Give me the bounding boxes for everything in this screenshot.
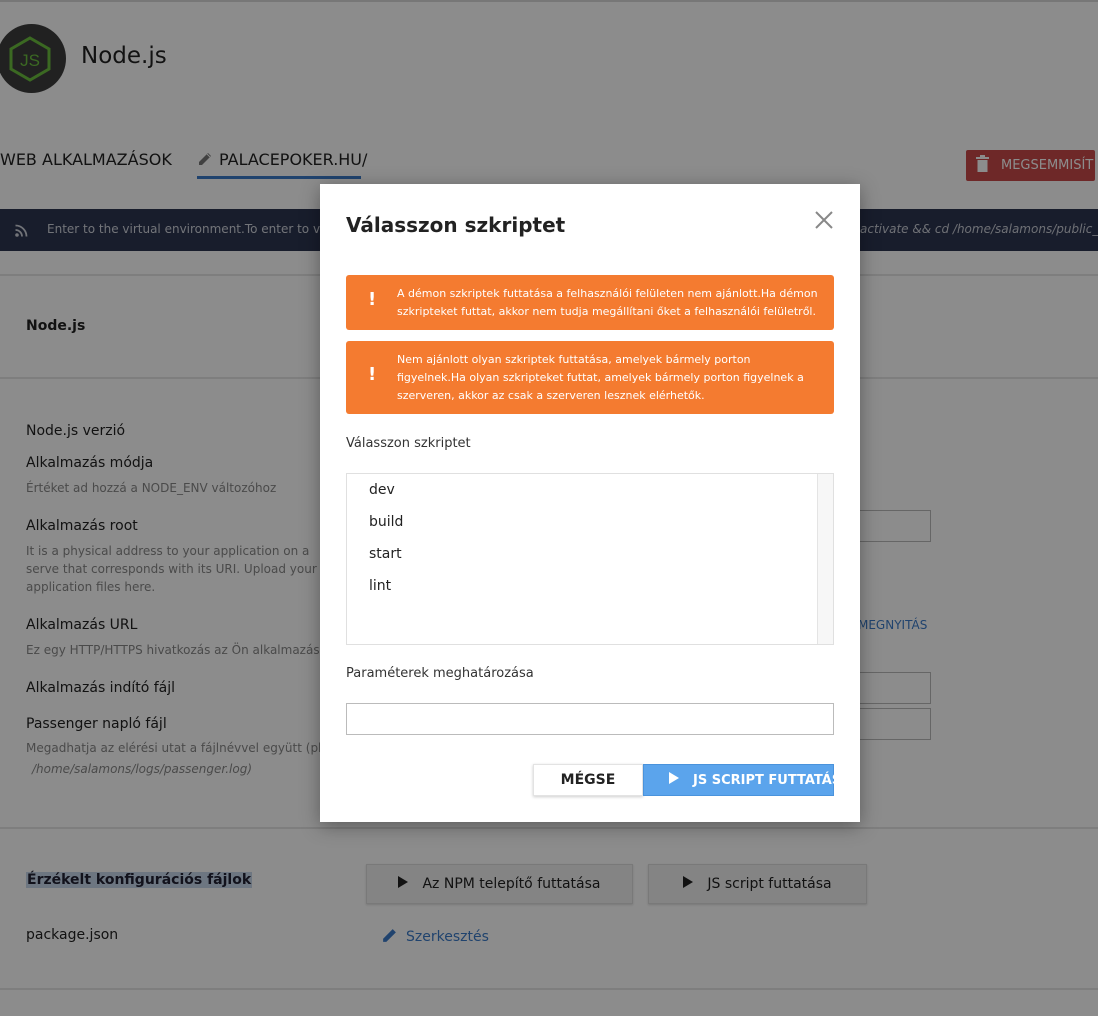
run-js-script-modal-button[interactable]: JS SCRIPT FUTTATÁSA (643, 764, 851, 796)
run-js-script-modal-label: JS SCRIPT FUTTATÁSA (693, 772, 852, 788)
port-warning-text: Nem ajánlott olyan szkriptek futtatása, … (397, 353, 804, 402)
script-option-start[interactable]: start (369, 546, 402, 562)
warning-icon: ! (368, 289, 377, 310)
script-list-scrollbar[interactable] (817, 474, 833, 644)
close-icon[interactable] (812, 208, 836, 232)
play-icon (669, 772, 679, 788)
script-option-dev[interactable]: dev (369, 482, 395, 498)
warning-icon: ! (368, 364, 377, 385)
script-select-label: Válasszon szkriptet (346, 436, 471, 451)
params-input[interactable] (346, 703, 834, 735)
daemon-warning-text: A démon szkriptek futtatása a felhasznál… (397, 287, 818, 318)
daemon-warning-alert: ! A démon szkriptek futtatása a felhaszn… (346, 275, 834, 330)
select-script-modal: Válasszon szkriptet ! A démon szkriptek … (320, 184, 860, 822)
script-list[interactable]: dev build start lint (346, 473, 834, 645)
port-warning-alert: ! Nem ajánlott olyan szkriptek futtatása… (346, 341, 834, 414)
params-label: Paraméterek meghatározása (346, 666, 534, 681)
modal-title: Válasszon szkriptet (346, 213, 566, 237)
script-option-build[interactable]: build (369, 514, 403, 530)
script-option-lint[interactable]: lint (369, 578, 391, 594)
cancel-button[interactable]: MÉGSE (533, 764, 643, 796)
